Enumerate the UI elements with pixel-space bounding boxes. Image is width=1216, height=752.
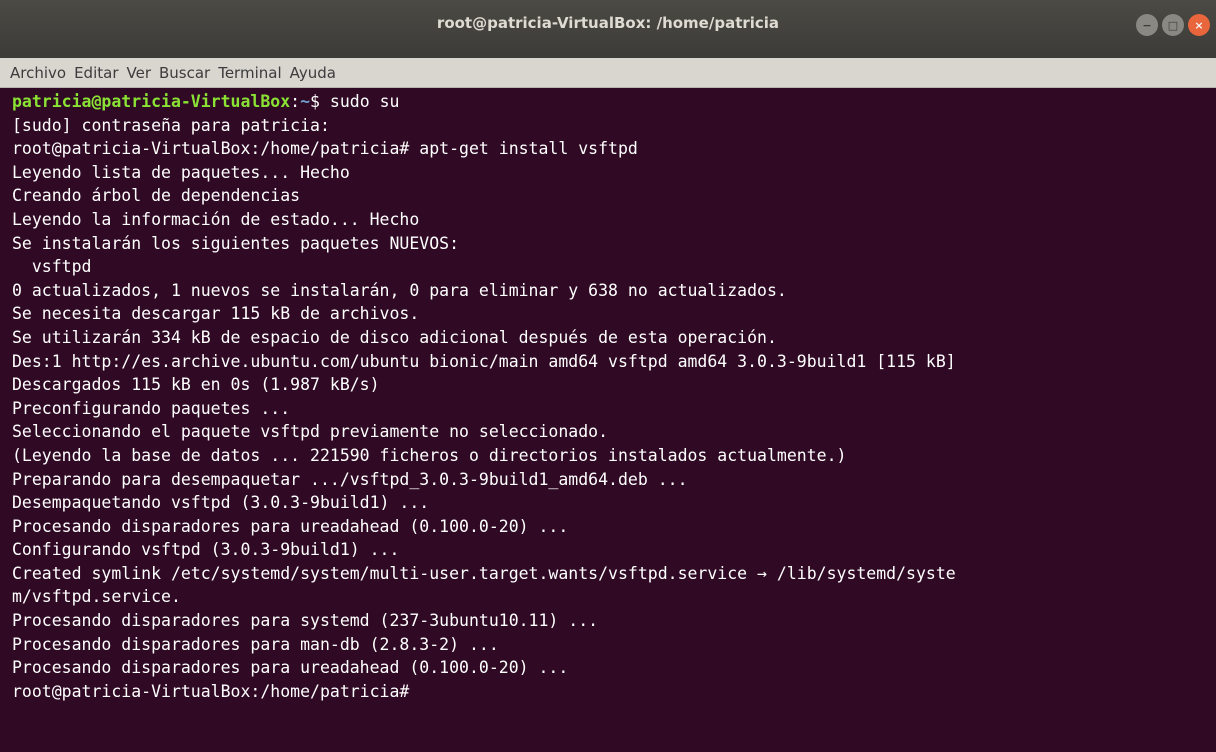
minimize-icon[interactable]: −: [1136, 14, 1158, 36]
prompt-path: ~: [300, 92, 311, 111]
terminal-line: Creando árbol de dependencias: [12, 186, 301, 206]
menu-archivo[interactable]: Archivo: [10, 64, 66, 82]
close-icon[interactable]: ×: [1188, 14, 1210, 36]
first-prompt-line: patricia@patricia-VirtualBox:~$ sudo su: [12, 90, 1216, 114]
menu-editar[interactable]: Editar: [74, 64, 118, 82]
terminal-line: Created symlink /etc/systemd/system/mult…: [12, 563, 956, 583]
menu-ayuda[interactable]: Ayuda: [290, 64, 336, 82]
terminal-line: root@patricia-VirtualBox:/home/patricia#…: [12, 139, 638, 159]
terminal-line: Leyendo lista de paquetes... Hecho: [12, 162, 350, 182]
menu-terminal[interactable]: Terminal: [218, 64, 281, 82]
terminal-line: m/vsftpd.service.: [12, 587, 181, 607]
terminal-line: Procesando disparadores para ureadahead …: [12, 658, 569, 678]
terminal-line: (Leyendo la base de datos ... 221590 fic…: [12, 445, 847, 465]
window-title: root@patricia-VirtualBox: /home/patricia: [436, 14, 780, 32]
menu-ver[interactable]: Ver: [127, 64, 152, 82]
prompt-user-host: patricia@patricia-VirtualBox: [12, 92, 291, 111]
terminal-line: Preconfigurando paquetes ...: [12, 398, 291, 418]
terminal-line: 0 actualizados, 1 nuevos se instalarán, …: [12, 280, 787, 300]
prompt-symbol: $: [310, 92, 320, 111]
menu-bar: Archivo Editar Ver Buscar Terminal Ayuda: [0, 58, 1216, 88]
terminal-line: vsftpd: [12, 257, 92, 277]
terminal-line: Leyendo la información de estado... Hech…: [12, 209, 420, 229]
terminal-line: Procesando disparadores para ureadahead …: [12, 516, 569, 536]
terminal-line: Des:1 http://es.archive.ubuntu.com/ubunt…: [12, 351, 956, 371]
terminal-line: Descargados 115 kB en 0s (1.987 kB/s): [12, 375, 380, 395]
terminal-current-prompt: root@patricia-VirtualBox:/home/patricia#: [12, 681, 420, 701]
terminal-window: root@patricia-VirtualBox: /home/patricia…: [0, 0, 1216, 752]
prompt-separator: :: [290, 92, 301, 111]
terminal-line: Se utilizarán 334 kB de espacio de disco…: [12, 327, 777, 347]
terminal-line: Seleccionando el paquete vsftpd previame…: [12, 422, 609, 442]
prompt-command: sudo su: [319, 92, 400, 111]
terminal-line: Configurando vsftpd (3.0.3-9build1) ...: [12, 540, 400, 560]
terminal-line: Se instalarán los siguientes paquetes NU…: [12, 233, 460, 253]
terminal-line: Desempaquetando vsftpd (3.0.3-9build1) .…: [12, 493, 430, 513]
terminal-line: Se necesita descargar 115 kB de archivos…: [12, 304, 420, 324]
terminal-line: [sudo] contraseña para patricia:: [12, 115, 330, 135]
terminal-line: Procesando disparadores para man-db (2.8…: [12, 634, 499, 654]
title-bar[interactable]: root@patricia-VirtualBox: /home/patricia…: [0, 0, 1216, 59]
terminal-output[interactable]: patricia@patricia-VirtualBox:~$ sudo su …: [0, 88, 1216, 752]
menu-buscar[interactable]: Buscar: [159, 64, 210, 82]
window-controls: − □ ×: [1136, 14, 1210, 36]
terminal-line: Procesando disparadores para systemd (23…: [12, 611, 599, 631]
maximize-icon[interactable]: □: [1162, 14, 1184, 36]
terminal-line: Preparando para desempaquetar .../vsftpd…: [12, 469, 688, 489]
